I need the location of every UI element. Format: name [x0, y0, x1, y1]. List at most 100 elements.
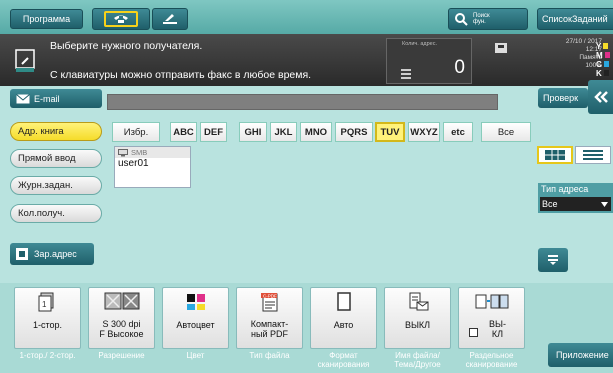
toner-m-level: [604, 52, 610, 58]
nav-address-book-label: Адр. книга: [18, 126, 64, 137]
grid-view-icon: [545, 150, 565, 160]
scroll-down-button[interactable]: [538, 248, 568, 272]
check-button-label: Проверк: [543, 93, 579, 103]
caption-duplex: 1-стор./ 2-стор.: [19, 351, 76, 360]
pdf-file-icon: C-PDF: [260, 293, 277, 312]
email-button[interactable]: E-mail: [10, 89, 102, 108]
tile-duplex[interactable]: 1 1-стор.: [14, 287, 81, 349]
check-button[interactable]: Проверк: [538, 88, 588, 108]
color-icon: [186, 294, 205, 310]
address-card-icon: [16, 248, 28, 260]
address-type-value: Все: [542, 199, 558, 209]
toner-c-level: [603, 61, 609, 67]
toner-indicator: Y M C K: [596, 42, 613, 78]
caption-color: Цвет: [186, 351, 205, 360]
tile-file-name[interactable]: ВЫКЛ: [384, 287, 451, 349]
collapse-panel-button[interactable]: [588, 80, 613, 114]
double-chevron-left-icon: [593, 91, 608, 103]
tile-file-type[interactable]: C-PDF Компакт- ный PDF: [236, 287, 303, 349]
destination-input[interactable]: [107, 94, 498, 110]
message-line2: С клавиатуры можно отправить факс в любо…: [50, 69, 312, 81]
toner-k-label: K: [596, 69, 602, 78]
caption-file-name: Имя файла/ Тема/Другое: [394, 351, 441, 369]
scan-icon: [163, 14, 177, 24]
index-favorites-label: Избр.: [123, 126, 149, 138]
nav-job-history[interactable]: Журн.задан.: [10, 176, 102, 195]
index-pqrs[interactable]: PQRS: [335, 122, 373, 142]
search-function-button[interactable]: Поиск фун.: [448, 8, 528, 30]
caption-resolution: Разрешение: [98, 351, 145, 360]
job-list-label: СписокЗаданий: [542, 14, 608, 24]
address-type-title: Тип адреса: [541, 184, 589, 194]
page-size-icon: [336, 292, 351, 311]
message-bar: Выберите нужного получателя. С клавиатур…: [0, 34, 613, 86]
tile-color[interactable]: Автоцвет: [162, 287, 229, 349]
counter-value: 0: [454, 57, 465, 78]
address-entry[interactable]: SMB user01: [114, 146, 191, 188]
index-jkl[interactable]: JKL: [270, 122, 297, 142]
tile-scan-size[interactable]: Авто: [310, 287, 377, 349]
fax-phone-icon: [104, 11, 138, 27]
top-bar: Программа Поиск фун. СписокЗаданий: [0, 0, 613, 34]
index-abc[interactable]: ABC: [170, 122, 197, 142]
caption-separate-scan: Раздельное сканирование: [465, 351, 518, 369]
nav-address-book[interactable]: Адр. книга: [10, 122, 102, 141]
message-line1: Выберите нужного получателя.: [50, 40, 203, 52]
status-date: 27/10 / 2017: [565, 38, 602, 45]
list-view-icon: [583, 150, 603, 160]
envelope-icon: [16, 93, 30, 103]
index-ghi[interactable]: GHI: [239, 122, 267, 142]
resolution-icon: [104, 292, 139, 310]
index-mno[interactable]: MNO: [300, 122, 332, 142]
status-memory-value: 100%: [585, 62, 602, 69]
job-list-button[interactable]: СписокЗаданий: [537, 8, 613, 30]
tile-color-label: Автоцвет: [176, 320, 215, 330]
index-pqrs-label: PQRS: [340, 126, 368, 138]
counter-label: Колич. адрес.: [402, 41, 438, 47]
index-abc-label: ABC: [173, 126, 194, 138]
tile-resolution-label: S 300 dpi F Высокое: [99, 319, 144, 339]
register-address-label: Зар.адрес: [34, 249, 77, 259]
nav-job-history-label: Журн.задан.: [18, 180, 73, 191]
grid-view-button[interactable]: [537, 146, 573, 164]
tile-duplex-label: 1-стор.: [32, 320, 63, 330]
index-mno-label: MNO: [304, 126, 328, 138]
recipient-counter: Колич. адрес. 0: [386, 38, 472, 84]
fax-scan-screen: Программа Поиск фун. СписокЗаданий Выбер…: [0, 0, 613, 373]
scan-mode-tab[interactable]: [152, 8, 188, 30]
index-etc[interactable]: etc: [443, 122, 473, 142]
status-time: 12:17: [585, 46, 602, 53]
program-button[interactable]: Программа: [10, 9, 83, 29]
tile-file-type-label: Компакт- ный PDF: [250, 319, 289, 339]
application-button[interactable]: Приложение: [548, 343, 613, 367]
address-type-select[interactable]: Все: [540, 197, 611, 211]
fax-mode-tab[interactable]: [92, 8, 150, 30]
toner-c-label: C: [596, 60, 602, 69]
toner-m-label: M: [596, 51, 603, 60]
index-wxyz-label: WXYZ: [410, 126, 438, 138]
index-all-label: Все: [497, 126, 515, 138]
nav-recipient-count[interactable]: Кол.получ.: [10, 204, 102, 223]
list-icon: [401, 69, 411, 79]
index-wxyz[interactable]: WXYZ: [408, 122, 440, 142]
computer-icon: [118, 148, 128, 156]
index-favorites[interactable]: Избр.: [112, 122, 160, 142]
svg-text:1: 1: [42, 300, 47, 309]
index-all[interactable]: Все: [481, 122, 531, 142]
index-ghi-label: GHI: [244, 126, 262, 138]
register-address-button[interactable]: Зар.адрес: [10, 243, 94, 265]
toner-k-level: [603, 70, 609, 76]
index-tuv-label: TUV: [380, 126, 400, 138]
toner-y-level: [603, 43, 609, 49]
index-def[interactable]: DEF: [200, 122, 227, 142]
nav-direct-input-label: Прямой ввод: [18, 153, 76, 164]
dropdown-chevron-icon: [601, 202, 608, 207]
tile-resolution[interactable]: S 300 dpi F Высокое: [88, 287, 155, 349]
tile-separate-scan[interactable]: ВЫ- КЛ: [458, 287, 525, 349]
list-view-button[interactable]: [575, 146, 611, 164]
application-button-label: Приложение: [556, 350, 609, 360]
nav-direct-input[interactable]: Прямой ввод: [10, 149, 102, 168]
svg-text:C-PDF: C-PDF: [263, 294, 277, 299]
status-memory-label: Память: [579, 54, 602, 61]
index-tuv[interactable]: TUV: [375, 122, 405, 142]
